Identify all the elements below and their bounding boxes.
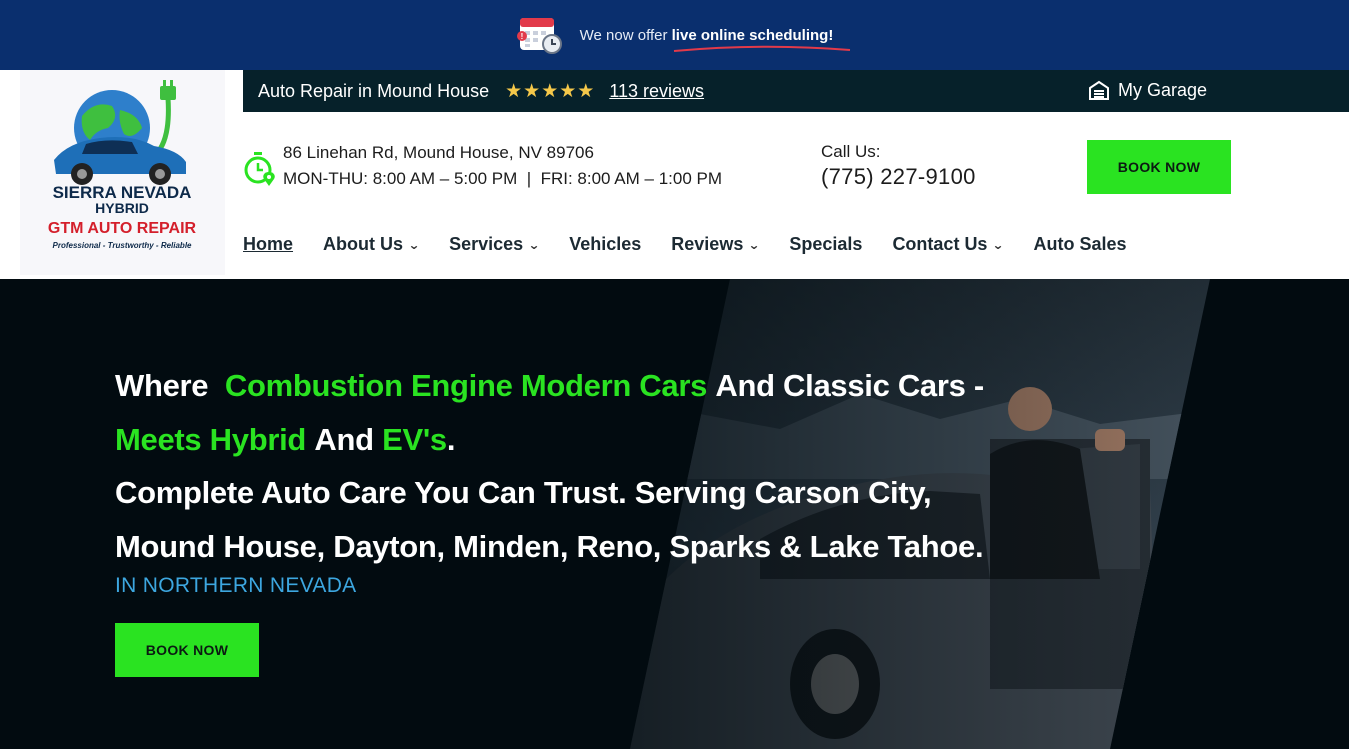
calendar-clock-icon: ! [516,18,562,54]
hero-subtitle: IN NORTHERN NEVADA [115,574,357,597]
nav-services[interactable]: Services ⌄ [449,234,541,255]
banner-highlight-label: live online scheduling! [671,26,834,44]
nav-about-label: About Us [323,234,404,254]
clock-pin-icon [244,152,275,186]
chevron-down-icon: ⌄ [528,237,541,252]
logo-line2: HYBRID [95,200,149,216]
logo-line3: GTM AUTO REPAIR [48,220,197,237]
hero-photo-mechanic-with-car [0,279,1349,749]
hours-text: MON-THU: 8:00 AM – 5:00 PM | FRI: 8:00 A… [283,169,723,188]
nav-reviews[interactable]: Reviews ⌄ [671,234,761,255]
reviews-link[interactable]: 113 reviews [609,81,704,102]
book-now-button-hero[interactable]: BOOK NOW [115,623,259,677]
swoosh-underline [673,45,850,52]
hero-highlight-evs: EV's [382,422,447,457]
nav-home[interactable]: Home [243,234,293,255]
hero-headline-line3: Complete Auto Care You Can Trust. Servin… [115,475,932,510]
nav-vehicles[interactable]: Vehicles [569,234,641,255]
company-logo[interactable]: SIERRA NEVADA HYBRID GTM AUTO REPAIR Pro… [20,70,225,275]
svg-text:!: ! [520,32,523,41]
logo-graphic: SIERRA NEVADA HYBRID GTM AUTO REPAIR Pro… [48,80,197,250]
hero-text-classic: And Classic Cars - [715,368,984,403]
main-nav: Home About Us ⌄ Services ⌄ Vehicles Review… [243,234,1127,255]
nav-services-label: Services [449,234,524,254]
nav-specials[interactable]: Specials [789,234,862,255]
call-us: Call Us: (775) 227-9100 [821,142,976,190]
book-now-button-header[interactable]: BOOK NOW [1087,140,1231,194]
logo-tagline: Professional - Trustworthy - Reliable [53,241,193,250]
hero-word-and: And [314,422,374,457]
hero-section: Where Combustion Engine Modern Cars And … [0,279,1349,749]
hero-headline-line4: Mound House, Dayton, Minden, Reno, Spark… [115,529,984,564]
hero-headline-line2: Meets Hybrid And EV's. [115,422,455,458]
my-garage-label: My Garage [1118,79,1208,100]
garage-icon [1089,80,1109,100]
announcement-banner: ! We now offer live online scheduling! [0,0,1349,70]
chevron-down-icon: ⌄ [748,237,761,252]
chevron-down-icon: ⌄ [408,237,421,252]
hero-period: . [446,422,456,457]
banner-prefix: We now offer [579,26,668,44]
nav-contact-us[interactable]: Contact Us ⌄ [892,234,1005,255]
header-topbar: Auto Repair in Mound House ★★★★★ 113 rev… [243,70,1349,112]
hero-highlight-hybrid: Meets Hybrid [115,422,307,457]
phone-number[interactable]: (775) 227-9100 [821,164,976,190]
hero-highlight-combustion: Combustion Engine Modern Cars [224,368,708,403]
address-text: 86 Linehan Rd, Mound House, NV 89706 [283,143,594,162]
banner-text[interactable]: We now offer live online scheduling! [579,26,850,52]
nav-auto-sales[interactable]: Auto Sales [1034,234,1127,255]
hero-headline-line1: Where Combustion Engine Modern Cars And … [115,368,984,404]
nav-reviews-label: Reviews [671,234,744,254]
nav-about-us[interactable]: About Us ⌄ [323,234,421,255]
banner-highlight[interactable]: live online scheduling! [671,26,850,52]
location-title: Auto Repair in Mound House [258,80,490,101]
my-garage-link[interactable]: My Garage [1088,79,1207,101]
call-label: Call Us: [821,142,881,161]
chevron-down-icon: ⌄ [992,237,1005,252]
nav-contact-label: Contact Us [892,234,988,254]
hero-word-where: Where [115,368,209,403]
rating-stars: ★★★★★ [505,80,596,102]
address-hours: 86 Linehan Rd, Mound House, NV 89706 MON… [243,140,722,192]
